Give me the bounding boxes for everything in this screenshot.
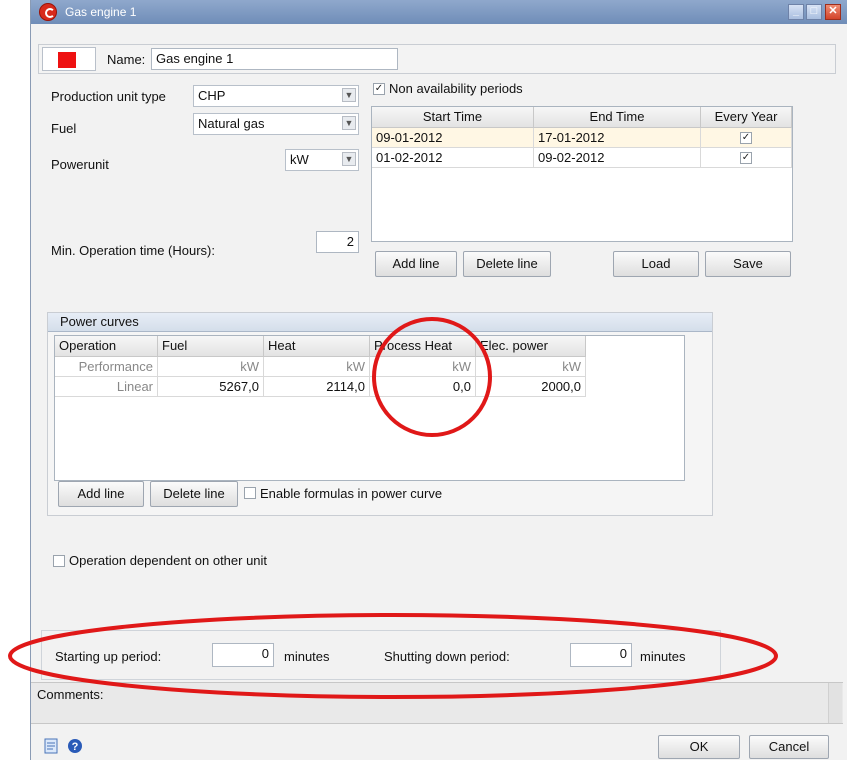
shutting-down-unit: minutes [640, 649, 686, 664]
every-year-checkbox[interactable]: ✓ [740, 132, 752, 144]
col-start-time[interactable]: Start Time [372, 107, 534, 128]
starting-up-label: Starting up period: [55, 649, 162, 664]
powerunit-label: Powerunit [51, 157, 109, 172]
availability-table[interactable]: Start Time End Time Every Year 09-01-201… [371, 106, 793, 242]
col-fuel[interactable]: Fuel [158, 336, 264, 357]
name-row: Name: Gas engine 1 [38, 44, 836, 74]
table-cell[interactable]: ✓ [701, 128, 792, 148]
table-cell[interactable]: 2114,0 [264, 377, 370, 397]
maximize-icon: □ [810, 5, 818, 17]
comments-label: Comments: [37, 687, 104, 702]
name-label: Name: [107, 52, 146, 67]
maximize-button[interactable]: □ [806, 4, 822, 20]
shutting-down-label: Shutting down period: [384, 649, 510, 664]
min-operation-time-label: Min. Operation time (Hours): [51, 243, 215, 258]
table-cell[interactable]: 5267,0 [158, 377, 264, 397]
table-cell[interactable]: kW [370, 357, 476, 377]
help-icon[interactable]: ? [67, 738, 83, 754]
color-picker-button[interactable] [42, 47, 96, 71]
operation-dependent-checkbox[interactable] [53, 555, 65, 567]
chevron-down-icon[interactable]: ▼ [342, 88, 356, 102]
production-unit-type-select[interactable]: CHP ▼ [193, 85, 359, 107]
table-cell[interactable]: 0,0 [370, 377, 476, 397]
table-cell[interactable]: kW [264, 357, 370, 377]
table-cell[interactable]: 09-01-2012 [372, 128, 534, 148]
production-unit-type-label: Production unit type [51, 89, 166, 104]
comments-scrollbar[interactable] [828, 683, 842, 723]
enable-formulas-label: Enable formulas in power curve [260, 486, 443, 501]
window-title: Gas engine 1 [65, 5, 137, 19]
fuel-value: Natural gas [198, 116, 265, 131]
power-curves-delete-line-button[interactable]: Delete line [150, 481, 238, 507]
load-button[interactable]: Load [613, 251, 699, 277]
production-unit-type-value: CHP [198, 88, 226, 103]
title-bar[interactable]: Gas engine 1 _ □ ✕ [31, 0, 847, 24]
col-heat[interactable]: Heat [264, 336, 370, 357]
table-cell[interactable]: 09-02-2012 [534, 148, 701, 168]
gas-engine-dialog: Gas engine 1 _ □ ✕ Name: Gas engine 1 Pr… [30, 0, 847, 760]
powerunit-value: kW [290, 152, 309, 167]
minimize-button[interactable]: _ [788, 4, 804, 20]
startup-shutdown-panel: Starting up period: 0 minutes Shutting d… [41, 630, 721, 680]
table-cell[interactable]: kW [158, 357, 264, 377]
availability-delete-line-button[interactable]: Delete line [463, 251, 551, 277]
operation-dependent-label: Operation dependent on other unit [69, 553, 268, 568]
app-logo-icon [39, 3, 57, 21]
col-elec-power[interactable]: Elec. power [476, 336, 586, 357]
table-cell[interactable]: Performance [55, 357, 158, 377]
document-icon[interactable] [43, 738, 61, 754]
name-input[interactable]: Gas engine 1 [151, 48, 398, 70]
close-button[interactable]: ✕ [825, 4, 841, 20]
power-curves-table[interactable]: Operation Fuel Heat Process Heat Elec. p… [54, 335, 685, 481]
chevron-down-icon[interactable]: ▼ [342, 116, 356, 130]
table-cell[interactable]: 2000,0 [476, 377, 586, 397]
ok-button[interactable]: OK [658, 735, 740, 759]
starting-up-input[interactable]: 0 [212, 643, 274, 667]
power-curves-add-line-button[interactable]: Add line [58, 481, 144, 507]
power-curves-title: Power curves [48, 313, 712, 332]
non-availability-label: Non availability periods [389, 81, 523, 96]
table-cell[interactable]: kW [476, 357, 586, 377]
color-swatch [58, 52, 76, 68]
cancel-button[interactable]: Cancel [749, 735, 829, 759]
svg-text:?: ? [72, 741, 79, 753]
shutting-down-input[interactable]: 0 [570, 643, 632, 667]
table-cell[interactable]: ✓ [701, 148, 792, 168]
every-year-checkbox[interactable]: ✓ [740, 152, 752, 164]
table-cell[interactable]: 17-01-2012 [534, 128, 701, 148]
min-operation-time-input[interactable]: 2 [316, 231, 359, 253]
power-curves-panel: Power curves Operation Fuel Heat Process… [47, 312, 713, 516]
table-cell[interactable]: Linear [55, 377, 158, 397]
enable-formulas-checkbox[interactable] [244, 487, 256, 499]
save-button[interactable]: Save [705, 251, 791, 277]
col-every-year[interactable]: Every Year [701, 107, 792, 128]
col-operation[interactable]: Operation [55, 336, 158, 357]
starting-up-unit: minutes [284, 649, 330, 664]
chevron-down-icon[interactable]: ▼ [342, 152, 356, 166]
table-cell[interactable]: 01-02-2012 [372, 148, 534, 168]
non-availability-checkbox[interactable]: ✓ [373, 83, 385, 95]
col-process-heat[interactable]: Process Heat [370, 336, 476, 357]
powerunit-select[interactable]: kW ▼ [285, 149, 359, 171]
close-icon: ✕ [828, 5, 838, 17]
fuel-label: Fuel [51, 121, 77, 136]
comments-area[interactable]: Comments: [31, 682, 843, 724]
col-end-time[interactable]: End Time [534, 107, 701, 128]
minimize-icon: _ [792, 5, 800, 17]
availability-add-line-button[interactable]: Add line [375, 251, 457, 277]
fuel-select[interactable]: Natural gas ▼ [193, 113, 359, 135]
